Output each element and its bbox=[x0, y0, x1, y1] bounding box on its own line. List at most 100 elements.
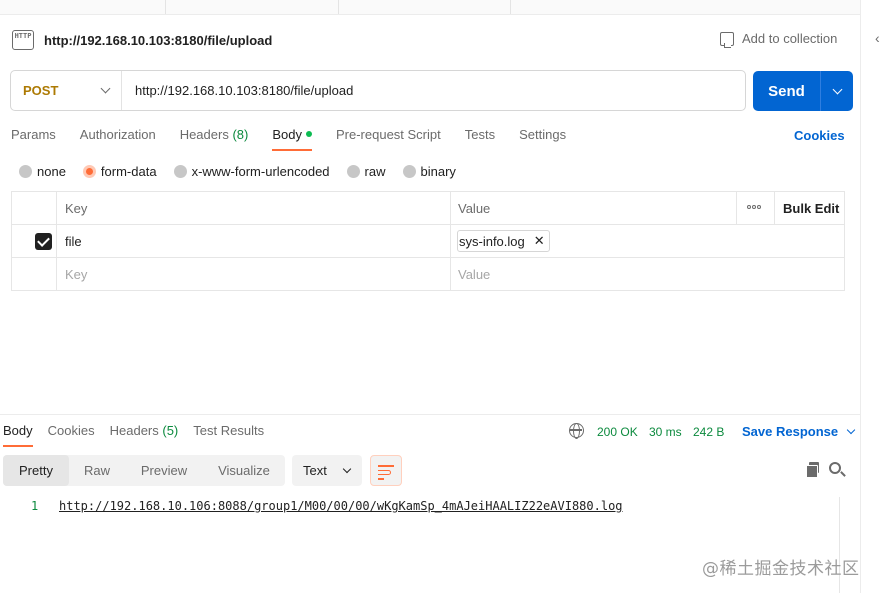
radio-label: x-www-form-urlencoded bbox=[191, 164, 330, 179]
response-body-editor[interactable]: 1 http://192.168.10.106:8088/group1/M00/… bbox=[0, 496, 840, 536]
tab-headers[interactable]: Headers (8) bbox=[180, 127, 249, 151]
response-time[interactable]: 30 ms bbox=[649, 425, 682, 439]
column-divider bbox=[736, 192, 737, 224]
tab-authorization[interactable]: Authorization bbox=[80, 127, 156, 151]
send-button[interactable]: Send bbox=[753, 83, 820, 100]
cookies-link[interactable]: Cookies bbox=[794, 128, 845, 143]
tab-settings[interactable]: Settings bbox=[519, 127, 566, 151]
radio-indicator bbox=[346, 165, 360, 178]
file-chip: sys-info.log ✕ bbox=[457, 230, 550, 252]
chevron-down-icon bbox=[846, 425, 856, 434]
file-name: sys-info.log bbox=[459, 233, 525, 249]
tab-label: Body bbox=[272, 127, 302, 142]
response-tabs: Body Cookies Headers (5) Test Results bbox=[3, 423, 279, 447]
tab-label: Test Results bbox=[193, 423, 265, 438]
tab-params[interactable]: Params bbox=[11, 127, 56, 151]
collection-icon bbox=[720, 31, 734, 48]
radio-label: none bbox=[37, 164, 66, 179]
tab-label: Cookies bbox=[47, 423, 95, 438]
tab-label: Params bbox=[11, 127, 56, 142]
response-tab-test-results[interactable]: Test Results bbox=[193, 423, 264, 447]
radio-label: form-data bbox=[100, 164, 157, 179]
view-raw-button[interactable]: Raw bbox=[69, 455, 125, 486]
radio-binary[interactable]: binary bbox=[402, 164, 456, 179]
radio-raw[interactable]: raw bbox=[346, 164, 386, 179]
radio-none[interactable]: none bbox=[19, 164, 66, 179]
column-divider bbox=[774, 192, 775, 224]
headers-count: (8) bbox=[232, 127, 249, 142]
tab-tests[interactable]: Tests bbox=[465, 127, 495, 151]
view-mode-segment: Pretty Raw Preview Visualize bbox=[3, 455, 285, 486]
tab-divider bbox=[338, 0, 339, 14]
radio-form-data[interactable]: form-data bbox=[82, 164, 157, 179]
column-divider bbox=[450, 225, 451, 257]
request-tabs: Params Authorization Headers (8) Body Pr… bbox=[11, 127, 590, 151]
close-icon[interactable]: ✕ bbox=[534, 233, 545, 249]
wrap-lines-button[interactable] bbox=[370, 455, 402, 486]
tab-divider bbox=[510, 0, 511, 14]
radio-label: binary bbox=[420, 164, 456, 179]
right-sidebar-rail: ‹ bbox=[860, 0, 882, 593]
format-select[interactable]: Text bbox=[292, 455, 362, 486]
row-key[interactable]: file bbox=[65, 234, 82, 249]
value-column-header: Value bbox=[458, 201, 491, 216]
globe-icon[interactable] bbox=[569, 423, 584, 439]
url-input[interactable] bbox=[122, 71, 745, 110]
url-bar: POST bbox=[10, 70, 746, 111]
radio-x-www-form-urlencoded[interactable]: x-www-form-urlencoded bbox=[173, 164, 330, 179]
radio-indicator bbox=[173, 165, 187, 178]
response-tab-body[interactable]: Body bbox=[3, 423, 33, 447]
tab-label: Settings bbox=[519, 127, 567, 142]
column-divider bbox=[56, 258, 57, 291]
response-divider[interactable] bbox=[0, 414, 860, 415]
request-title[interactable]: http://192.168.10.103:8180/file/upload bbox=[44, 33, 272, 48]
form-data-table: Key Value Bulk Edit file sys-info.log ✕ … bbox=[11, 191, 845, 291]
value-placeholder[interactable]: Value bbox=[458, 267, 490, 282]
body-type-options: none form-data x-www-form-urlencoded raw… bbox=[19, 164, 473, 179]
send-options-button[interactable] bbox=[820, 71, 853, 111]
radio-indicator bbox=[402, 165, 416, 178]
chevron-down-icon bbox=[832, 84, 842, 94]
chevron-down-icon bbox=[342, 464, 352, 473]
tab-label: Body bbox=[3, 423, 33, 438]
key-placeholder[interactable]: Key bbox=[65, 267, 87, 282]
tab-pre-request-script[interactable]: Pre-request Script bbox=[336, 127, 441, 151]
chevron-left-icon[interactable]: ‹ bbox=[875, 30, 880, 46]
table-row-empty: Key Value bbox=[12, 258, 844, 291]
save-response-button[interactable]: Save Response bbox=[742, 424, 856, 439]
view-preview-button[interactable]: Preview bbox=[125, 455, 203, 486]
column-divider bbox=[450, 192, 451, 224]
add-to-collection-button[interactable]: Add to collection bbox=[720, 31, 837, 48]
row-enabled-checkbox[interactable] bbox=[35, 233, 52, 250]
body-indicator-dot bbox=[305, 131, 312, 138]
send-button-group: Send bbox=[753, 71, 853, 111]
tab-label: Pre-request Script bbox=[335, 127, 441, 142]
response-size[interactable]: 242 B bbox=[693, 425, 724, 439]
response-tab-cookies[interactable]: Cookies bbox=[48, 423, 95, 447]
radio-label: raw bbox=[364, 164, 386, 179]
line-number: 1 bbox=[31, 499, 39, 513]
response-tab-headers[interactable]: Headers (5) bbox=[110, 423, 179, 447]
tab-label: Headers bbox=[179, 127, 229, 142]
response-url-link[interactable]: http://192.168.10.106:8088/group1/M00/00… bbox=[59, 499, 623, 513]
status-code[interactable]: 200 OK bbox=[597, 425, 638, 439]
save-response-label: Save Response bbox=[742, 424, 839, 439]
tab-body[interactable]: Body bbox=[272, 127, 312, 151]
column-divider bbox=[56, 225, 57, 257]
view-pretty-button[interactable]: Pretty bbox=[3, 455, 69, 486]
wrap-icon bbox=[378, 465, 394, 467]
headers-count: (5) bbox=[162, 423, 179, 438]
method-select[interactable]: POST bbox=[11, 71, 122, 110]
tab-divider bbox=[165, 0, 166, 14]
bulk-edit-button[interactable]: Bulk Edit bbox=[783, 201, 839, 216]
search-icon[interactable] bbox=[829, 462, 841, 474]
http-badge-label: HTTP bbox=[14, 32, 32, 40]
format-label: Text bbox=[303, 463, 327, 478]
view-visualize-button[interactable]: Visualize bbox=[203, 455, 285, 486]
more-options-icon[interactable] bbox=[747, 205, 762, 209]
tab-label: Authorization bbox=[79, 127, 156, 142]
key-column-header: Key bbox=[65, 201, 88, 216]
copy-icon[interactable] bbox=[806, 462, 819, 478]
tab-label: Headers bbox=[109, 423, 159, 438]
tab-label: Tests bbox=[464, 127, 496, 142]
